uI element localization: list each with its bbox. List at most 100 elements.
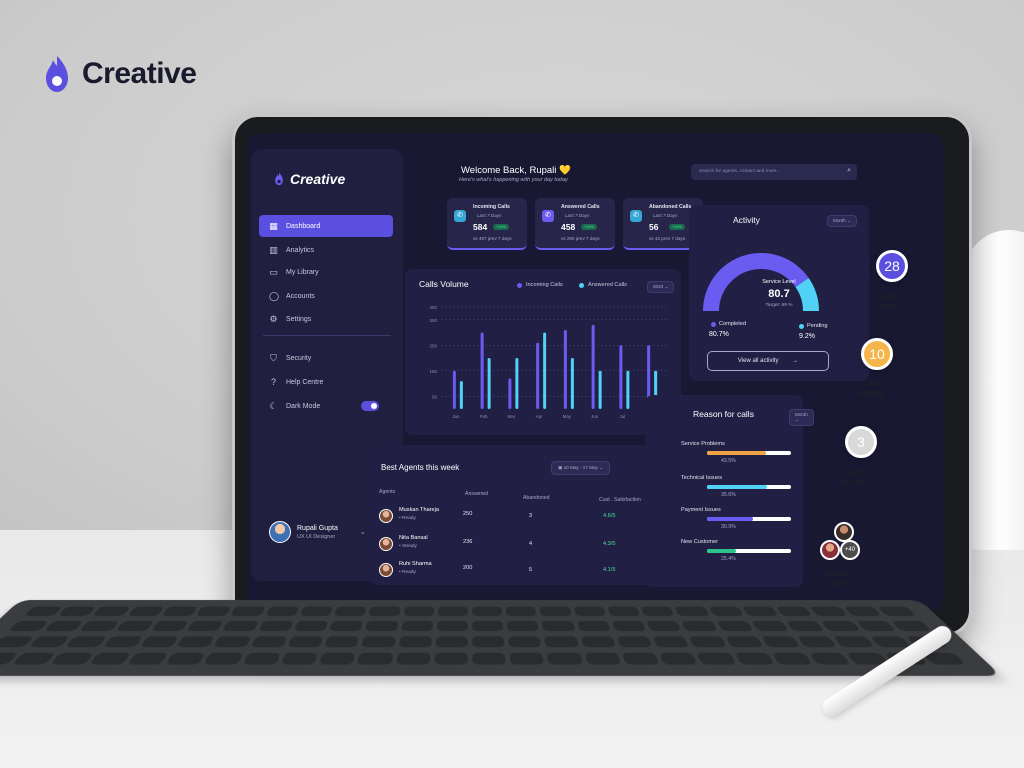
keyboard-key — [433, 652, 468, 665]
gauge-target: Target: 89 % — [765, 303, 793, 308]
view-all-activity-button[interactable]: View all activity → — [707, 351, 829, 371]
bar-answered[interactable] — [626, 370, 630, 409]
agent-abandoned: 3 — [529, 513, 533, 519]
calls-active-widget[interactable]: 28 — [876, 250, 908, 282]
sidebar-item-my-library[interactable]: ▭ My Library — [259, 261, 393, 283]
agent-abandoned: 4 — [529, 541, 533, 547]
bar-answered[interactable] — [459, 380, 463, 409]
user-profile[interactable]: Rupali Gupta UX UI Designer ⌄ — [269, 521, 366, 543]
keyboard-key — [576, 620, 611, 632]
gauge-label: Service Level — [762, 279, 796, 285]
keyboard-key — [257, 620, 294, 632]
sidebar-item-settings[interactable]: ⚙ Settings — [259, 308, 393, 330]
keyboard-key — [716, 620, 754, 632]
chevron-down-icon[interactable]: ⌄ — [360, 528, 366, 536]
keyboard-key — [12, 652, 57, 665]
reason-period-dropdown[interactable]: Month ⌄ — [789, 409, 814, 426]
col-header-answered: Answered — [465, 491, 489, 497]
bar-answered[interactable] — [543, 332, 547, 410]
bar-incoming[interactable] — [563, 329, 567, 409]
phone-answered-icon: ✆ — [542, 210, 554, 222]
bar-incoming[interactable] — [536, 342, 540, 409]
keyboard-key — [855, 620, 897, 632]
dark-mode-toggle[interactable] — [361, 401, 379, 411]
avatar — [820, 540, 840, 560]
welcome-subtitle: Here's what's happening with your day to… — [459, 177, 569, 183]
agents-online-avatars[interactable]: +40 — [820, 522, 862, 564]
stat-card-incoming[interactable]: ✆ Incoming Calls Last 7 Days 584 +10% vs… — [447, 198, 527, 250]
keyboard-key — [877, 606, 917, 617]
sidebar-logo[interactable]: Creative — [273, 171, 345, 187]
keyboard-key — [265, 606, 300, 617]
keyboard-key — [176, 636, 216, 648]
keyboard-key — [506, 620, 540, 632]
keyboard-key — [400, 620, 434, 632]
widget-label-line: Calls — [862, 379, 880, 388]
keyboard-key — [165, 652, 206, 665]
bar-incoming[interactable] — [591, 324, 595, 409]
keyboard-key — [674, 606, 710, 617]
avatar — [834, 522, 854, 542]
reason-bar-fill — [707, 451, 767, 455]
keyboard-key — [186, 620, 224, 632]
keyboard-keys — [0, 606, 969, 668]
grid-icon: ▦ — [269, 220, 278, 231]
table-row[interactable]: Muskan Thareja • Ready 250 3 4.6/5 — [379, 507, 647, 531]
sidebar-item-dashboard[interactable]: ▦ Dashboard — [259, 215, 393, 237]
bar-answered[interactable] — [487, 358, 491, 409]
keyboard-key — [833, 636, 875, 648]
keyboard-key — [334, 606, 367, 617]
sidebar-item-label: Dashboard — [286, 222, 321, 230]
legend-dot — [799, 323, 804, 329]
sidebar-item-dark-mode: ☾ Dark Mode — [259, 395, 393, 417]
stat-label: Answered Calls — [561, 204, 600, 210]
agent-answered: 250 — [463, 511, 473, 517]
agent-status: • Ready — [399, 516, 416, 521]
keyboard-key — [580, 636, 616, 648]
widget-label-line: Active — [877, 302, 899, 311]
bar-incoming[interactable] — [508, 378, 512, 409]
activity-period-dropdown[interactable]: Month ⌄ — [827, 215, 857, 227]
bar-incoming[interactable] — [619, 345, 623, 409]
stat-change-badge: +10% — [493, 224, 509, 230]
bar-answered[interactable] — [570, 358, 574, 409]
table-row[interactable]: Ruhi Sharma • Ready 200 5 4.1/5 — [379, 561, 647, 585]
keyboard-key — [79, 620, 120, 632]
sidebar-item-help-centre[interactable]: ? Help Centre — [259, 371, 393, 393]
bar-answered[interactable] — [515, 358, 519, 409]
help-icon: ? — [270, 376, 276, 387]
stat-card-answered[interactable]: ✆ Answered Calls Last 7 Days 458 +10% vs… — [535, 198, 615, 250]
sidebar-item-accounts[interactable]: ◯ Accounts — [259, 285, 393, 307]
activity-panel: Activity Month ⌄ Service Level 80.7 Targ… — [689, 205, 869, 381]
sidebar-item-analytics[interactable]: ▥ Analytics — [259, 239, 393, 261]
date-range-dropdown[interactable]: ▣ 10 May - 17 May ⌄ — [551, 461, 610, 475]
calls-on-hold-widget[interactable]: 3 — [845, 426, 877, 458]
search-icon[interactable]: ⌕ — [847, 167, 851, 175]
keyboard-key — [329, 620, 364, 632]
reason-item: New Customer 25.4% — [681, 539, 801, 562]
keyboard-key — [696, 652, 737, 665]
reason-percent: 43.5% — [721, 458, 736, 464]
calls-waiting-widget[interactable]: 10 — [861, 338, 893, 370]
keyboard-key — [403, 606, 435, 617]
sidebar-item-security[interactable]: ⛉ Security — [259, 347, 393, 369]
keyboard-key — [92, 606, 131, 617]
stat-prev: vs 290 prev 7 days — [561, 236, 600, 241]
widget-label-line: Calls — [844, 468, 862, 477]
keyboard-key — [472, 620, 504, 632]
search-input[interactable]: Search for agents, contact and more .. ⌕ — [691, 164, 857, 180]
keyboard-key — [196, 606, 232, 617]
sidebar-item-label: Dark Mode — [286, 402, 321, 410]
keyboard-key — [761, 636, 801, 648]
keyboard-key — [8, 620, 50, 632]
keyboard-key — [213, 636, 252, 648]
keyboard-key — [293, 620, 329, 632]
bar-answered[interactable] — [598, 370, 602, 409]
table-row[interactable]: Nita Bansal • Steady 236 4 4.3/5 — [379, 535, 647, 559]
keyboard-key — [820, 620, 861, 632]
bar-incoming[interactable] — [452, 370, 456, 409]
keyboard-key — [734, 652, 775, 665]
bar-incoming[interactable] — [480, 332, 484, 410]
keyboard-key — [365, 620, 399, 632]
calls-volume-panel: Calls Volume Incoming Calls Answered Cal… — [405, 269, 681, 435]
